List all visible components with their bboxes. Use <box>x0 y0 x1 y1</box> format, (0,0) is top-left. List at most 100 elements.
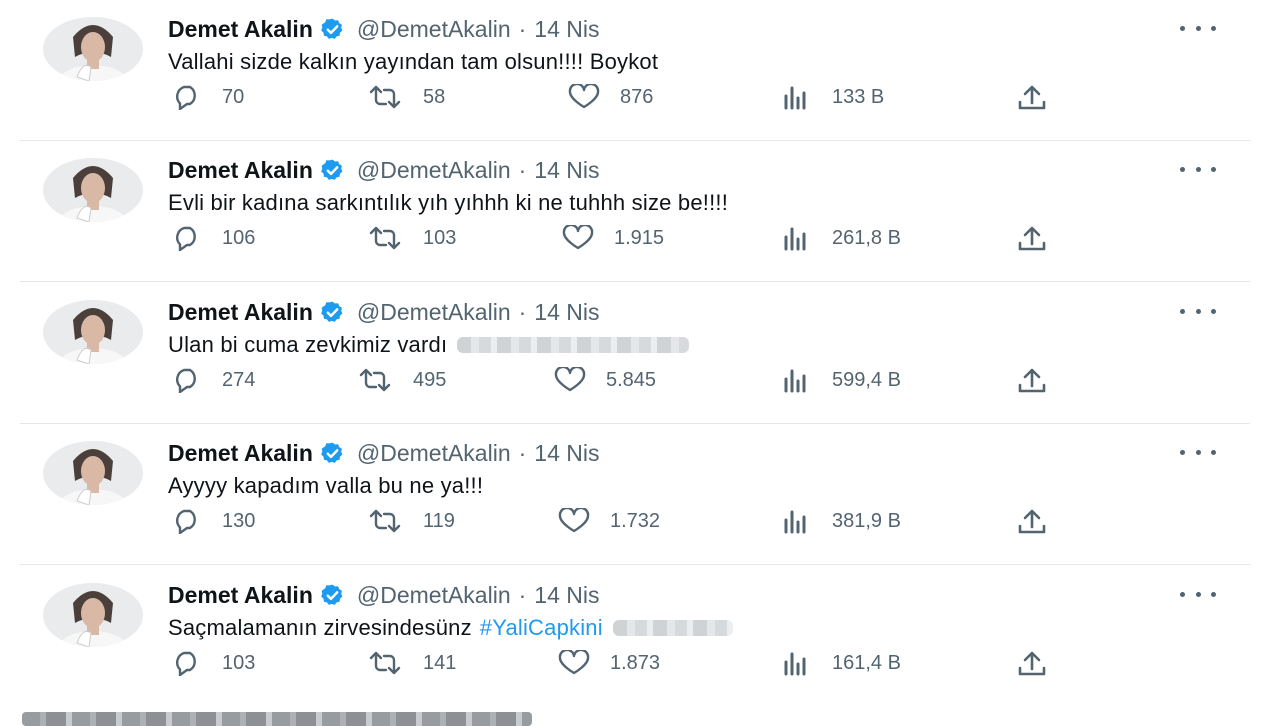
views-button[interactable]: 261,8 B <box>782 225 901 251</box>
more-icon[interactable] <box>1180 299 1216 323</box>
hashtag-link[interactable]: #YaliCapkini <box>480 615 603 641</box>
share-button[interactable] <box>1016 650 1066 678</box>
retweet-button[interactable]: 103 <box>365 225 456 251</box>
retweet-button[interactable]: 495 <box>355 367 446 393</box>
reply-count: 106 <box>222 226 256 249</box>
more-icon[interactable] <box>1180 440 1216 464</box>
views-button[interactable]: 599,4 B <box>782 367 901 393</box>
reply-button[interactable]: 274 <box>170 367 255 393</box>
avatar[interactable] <box>43 158 143 222</box>
like-button[interactable]: 876 <box>566 84 653 110</box>
author-name[interactable]: Demet Akalin <box>168 440 313 467</box>
avatar[interactable] <box>43 17 143 81</box>
verified-badge-icon <box>321 159 343 180</box>
timestamp[interactable]: 14 Nis <box>534 299 599 326</box>
reply-button[interactable]: 130 <box>170 508 255 534</box>
views-icon <box>784 227 806 251</box>
author-handle[interactable]: @DemetAkalin <box>357 582 511 609</box>
author-handle[interactable]: @DemetAkalin <box>357 157 511 184</box>
like-button[interactable]: 1.732 <box>556 508 660 534</box>
tweet-text-content: Evli bir kadına sarkıntılık yıh yıhhh ki… <box>168 190 729 215</box>
share-button[interactable] <box>1016 84 1066 112</box>
reply-icon <box>176 509 196 534</box>
reply-button[interactable]: 103 <box>170 650 255 676</box>
action-bar: 274 495 5.845 599,4 B <box>0 367 1280 407</box>
retweet-button[interactable]: 119 <box>365 508 455 534</box>
timestamp[interactable]: 14 Nis <box>534 582 599 609</box>
tweet[interactable]: Demet Akalin @DemetAkalin · 14 Nis Saçma… <box>0 566 1280 707</box>
views-button[interactable]: 381,9 B <box>782 508 901 534</box>
reply-button[interactable]: 106 <box>170 225 255 251</box>
more-icon[interactable] <box>1180 16 1216 40</box>
views-button[interactable]: 161,4 B <box>782 650 901 676</box>
timestamp[interactable]: 14 Nis <box>534 16 599 43</box>
like-button[interactable]: 1.915 <box>560 225 664 251</box>
author-name[interactable]: Demet Akalin <box>168 157 313 184</box>
separator-dot: · <box>518 581 527 608</box>
views-icon <box>784 369 806 393</box>
tweet-text: Evli bir kadına sarkıntılık yıh yıhhh ki… <box>168 187 728 219</box>
author-name[interactable]: Demet Akalin <box>168 582 313 609</box>
retweet-count: 119 <box>423 509 455 532</box>
divider <box>20 281 1250 282</box>
author-name[interactable]: Demet Akalin <box>168 16 313 43</box>
avatar[interactable] <box>43 441 143 505</box>
views-count: 599,4 B <box>832 368 901 391</box>
reply-button[interactable]: 70 <box>170 84 244 110</box>
heart-icon <box>558 508 590 533</box>
verified-badge-icon <box>321 442 343 463</box>
heart-icon <box>558 650 590 675</box>
like-button[interactable]: 5.845 <box>552 367 656 393</box>
tweet[interactable]: Demet Akalin @DemetAkalin · 14 Nis Ulan … <box>0 283 1280 424</box>
like-count: 1.915 <box>614 226 665 249</box>
like-count: 5.845 <box>606 368 657 391</box>
share-button[interactable] <box>1016 367 1066 395</box>
views-icon <box>784 652 806 676</box>
heart-icon <box>562 225 594 250</box>
retweet-button[interactable]: 141 <box>365 650 456 676</box>
timestamp[interactable]: 14 Nis <box>534 440 599 467</box>
action-bar: 103 141 1.873 161,4 B <box>0 650 1280 690</box>
tweet-text-content: Saçmalamanın zirvesindesünz <box>168 615 472 640</box>
action-bar: 70 58 876 133 B <box>0 84 1280 124</box>
like-button[interactable]: 1.873 <box>556 650 660 676</box>
author-handle[interactable]: @DemetAkalin <box>357 16 511 43</box>
blurred-text <box>457 337 690 353</box>
tweet-text-content: Ulan bi cuma zevkimiz vardı <box>168 332 448 357</box>
separator-dot: · <box>518 439 527 466</box>
reply-icon <box>176 651 196 676</box>
tweet[interactable]: Demet Akalin @DemetAkalin · 14 Nis Valla… <box>0 0 1280 141</box>
retweet-button[interactable]: 58 <box>365 84 445 110</box>
author-handle[interactable]: @DemetAkalin <box>357 299 511 326</box>
verified-badge-icon <box>321 584 343 605</box>
action-bar: 106 103 1.915 261,8 B <box>0 225 1280 265</box>
reply-count: 103 <box>222 651 256 674</box>
share-icon <box>1018 368 1046 393</box>
more-icon[interactable] <box>1180 582 1216 606</box>
views-icon <box>784 510 806 534</box>
views-icon <box>784 86 806 110</box>
tweet[interactable]: Demet Akalin @DemetAkalin · 14 Nis Ayyyy… <box>0 424 1280 565</box>
retweet-count: 495 <box>413 368 447 391</box>
avatar[interactable] <box>43 300 143 364</box>
separator-dot: · <box>518 15 527 42</box>
share-button[interactable] <box>1016 508 1066 536</box>
tweet-text-content: Ayyyy kapadım valla bu ne ya!!! <box>168 473 484 498</box>
share-button[interactable] <box>1016 225 1066 253</box>
author-handle[interactable]: @DemetAkalin <box>357 440 511 467</box>
share-icon <box>1018 651 1046 676</box>
author-name[interactable]: Demet Akalin <box>168 299 313 326</box>
share-icon <box>1018 85 1046 110</box>
tweet-text-content: Vallahi sizde kalkın yayından tam olsun!… <box>168 49 659 74</box>
views-button[interactable]: 133 B <box>782 84 884 110</box>
verified-badge-icon <box>321 18 343 39</box>
more-icon[interactable] <box>1180 157 1216 181</box>
tweet[interactable]: Demet Akalin @DemetAkalin · 14 Nis Evli … <box>0 141 1280 282</box>
avatar[interactable] <box>43 583 143 647</box>
separator-dot: · <box>518 298 527 325</box>
action-bar: 130 119 1.732 381,9 B <box>0 508 1280 548</box>
timestamp[interactable]: 14 Nis <box>534 157 599 184</box>
reply-icon <box>176 368 196 393</box>
verified-badge-icon <box>321 301 343 322</box>
views-count: 381,9 B <box>832 509 901 532</box>
